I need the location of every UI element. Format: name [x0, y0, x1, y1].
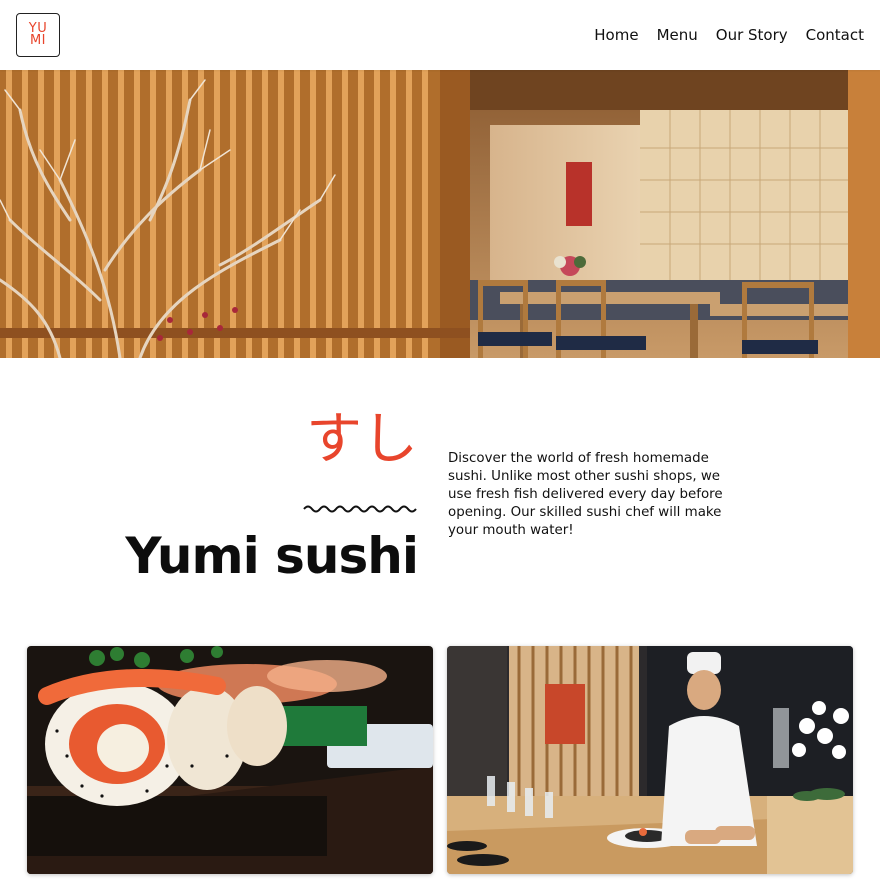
logo[interactable]: YUMI: [16, 13, 60, 57]
nav-contact[interactable]: Contact: [806, 26, 864, 44]
salmon-sushi-rolls-image: [27, 646, 433, 874]
site-header: YUMI Home Menu Our Story Contact: [0, 0, 880, 70]
nav-menu[interactable]: Menu: [657, 26, 698, 44]
sushi-chef-image: [447, 646, 853, 874]
nav-home[interactable]: Home: [594, 26, 638, 44]
wave-divider: [303, 505, 417, 513]
logo-text: YUMI: [28, 21, 48, 48]
japanese-heading: すし: [306, 407, 418, 472]
page-title: Yumi sushi: [125, 527, 419, 585]
main-nav: Home Menu Our Story Contact: [594, 26, 864, 44]
hero-image: [0, 70, 880, 358]
chef-photo-card[interactable]: [447, 646, 853, 874]
nav-our-story[interactable]: Our Story: [716, 26, 788, 44]
intro-description: Discover the world of fresh homemade sus…: [448, 451, 723, 538]
sushi-photo-card[interactable]: [27, 646, 433, 874]
restaurant-interior-illustration: [0, 70, 880, 358]
